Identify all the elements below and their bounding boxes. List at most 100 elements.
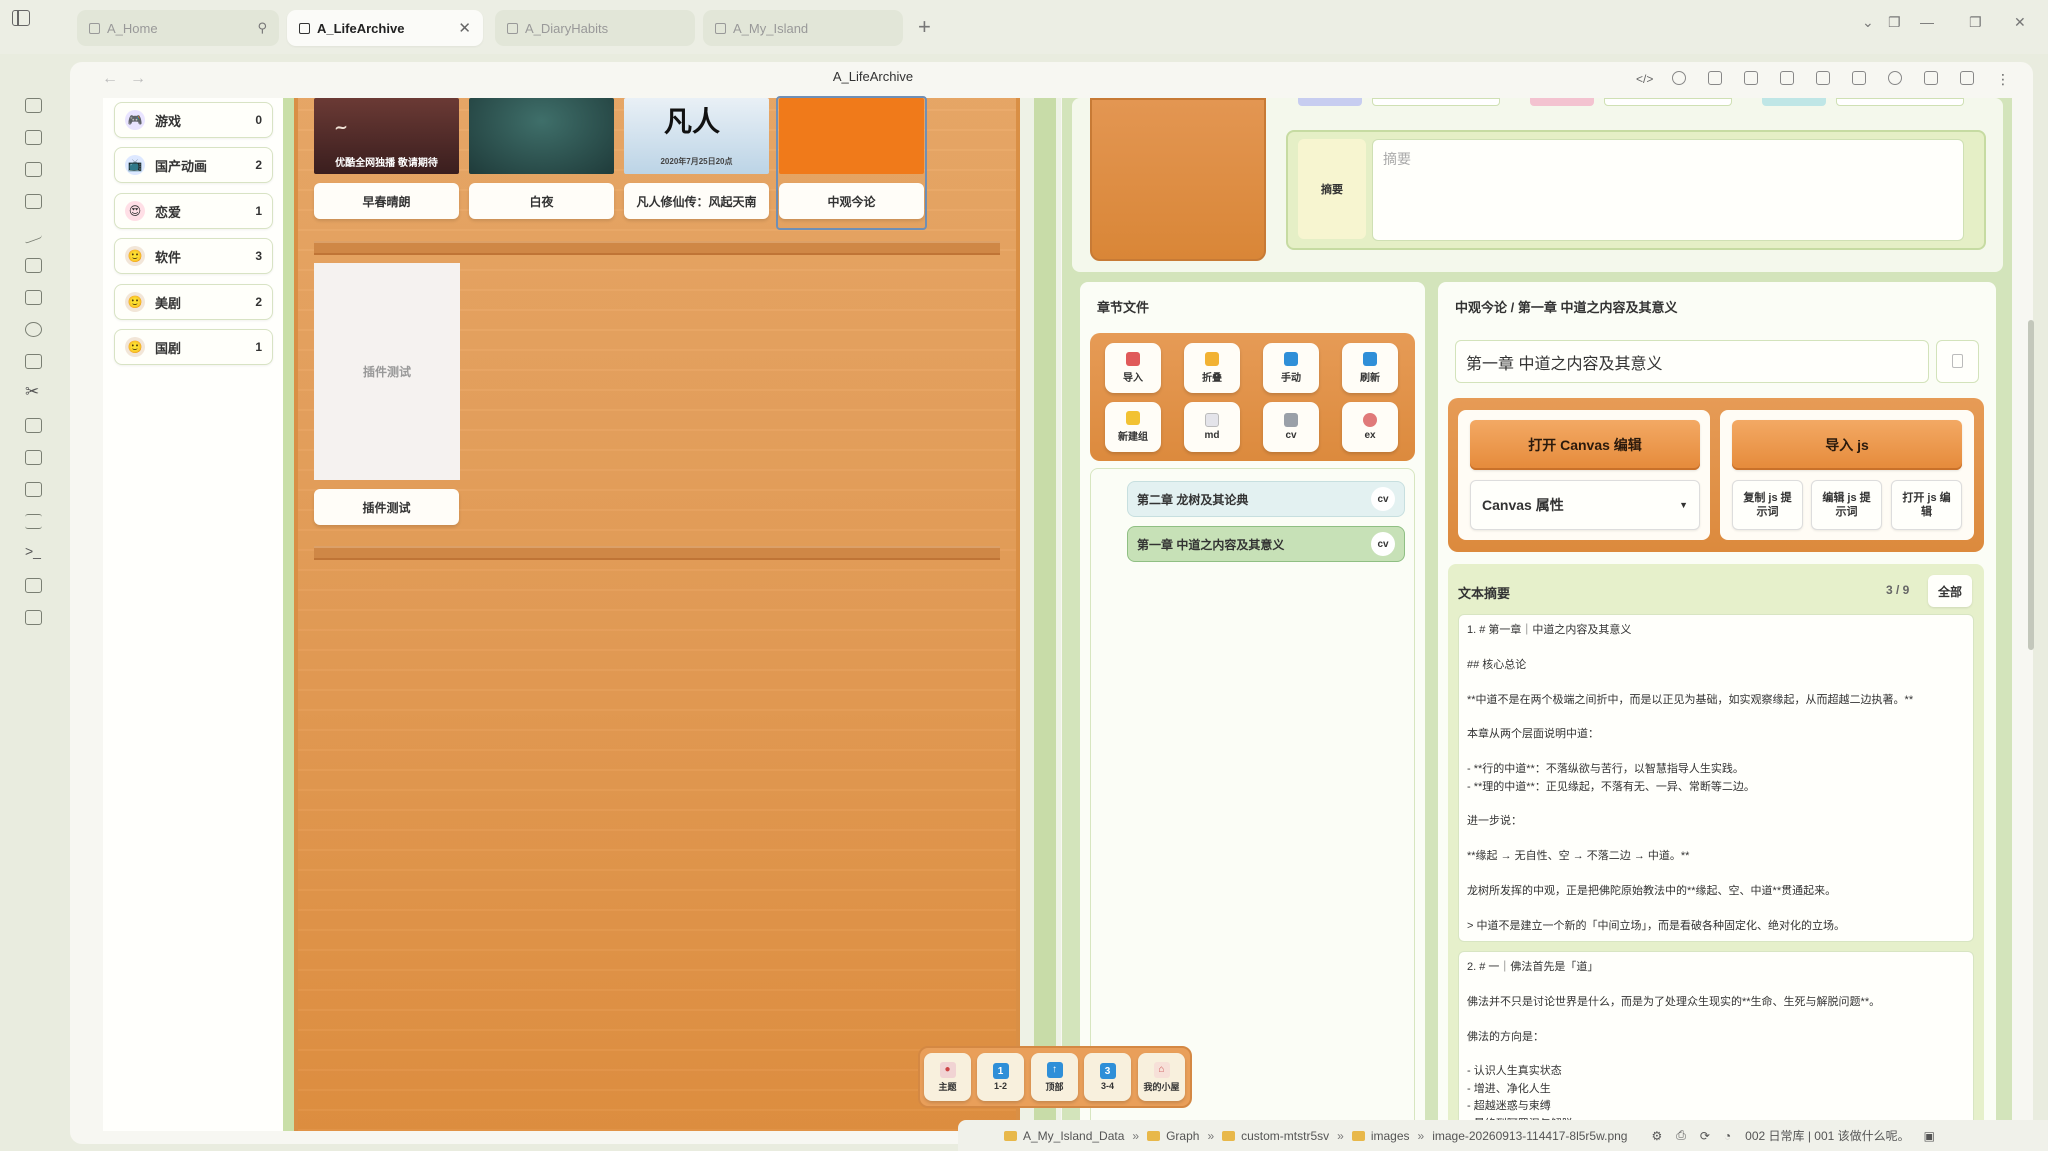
layout-icon[interactable] bbox=[25, 578, 42, 593]
chevron-down-icon[interactable]: ⌄ bbox=[1862, 14, 1874, 31]
jump-3-4-button[interactable]: 3 3-4 bbox=[1084, 1053, 1131, 1101]
layout-icon[interactable]: ▣ bbox=[1924, 1129, 1935, 1143]
close-window-icon[interactable]: ✕ bbox=[2014, 14, 2026, 31]
back-link-icon[interactable] bbox=[1744, 71, 1758, 85]
my-house-button[interactable]: ⌂ 我的小屋 bbox=[1138, 1053, 1185, 1101]
more-icon[interactable]: ⋮ bbox=[1996, 71, 2010, 87]
close-box-icon[interactable] bbox=[1924, 71, 1938, 85]
terminal-icon[interactable]: >_ bbox=[25, 543, 42, 561]
book-title[interactable]: 凡人修仙传：风起天南 bbox=[624, 183, 769, 219]
sync-icon[interactable]: ⟳ bbox=[1700, 1129, 1710, 1143]
breadcrumb-item[interactable]: image-20260913-114417-8l5r5w.png bbox=[1432, 1129, 1627, 1143]
book-title[interactable]: 早春晴朗 bbox=[314, 183, 459, 219]
status-actions: ⚙ ⎙ ⟳ ◔ 002 日常库 | 001 该做什么呢。 ▣ bbox=[1651, 1127, 1935, 1144]
breadcrumb-item[interactable]: custom-mtstr5sv» bbox=[1222, 1129, 1352, 1143]
chapter-title-input[interactable]: 第一章 中道之内容及其意义 bbox=[1455, 340, 1929, 383]
scrollbar[interactable] bbox=[2028, 320, 2034, 650]
category-item[interactable]: 🙂 美剧 2 bbox=[114, 284, 273, 320]
breadcrumb-item[interactable]: images» bbox=[1351, 1129, 1432, 1143]
canvas-badge[interactable]: cv bbox=[1371, 487, 1395, 511]
fold-button[interactable]: 折叠 bbox=[1184, 343, 1240, 393]
category-item[interactable]: 📺 国产动画 2 bbox=[114, 147, 273, 183]
book-title[interactable]: 插件测试 bbox=[314, 489, 459, 525]
forward-arrow-icon[interactable]: → bbox=[130, 70, 146, 88]
back-arrow-icon[interactable]: ← bbox=[102, 70, 118, 88]
grid-icon[interactable] bbox=[25, 258, 42, 273]
smile-icon[interactable] bbox=[25, 322, 42, 337]
category-item[interactable]: 😍 恋爱 1 bbox=[114, 193, 273, 229]
vault-note[interactable]: 002 日常库 | 001 该做什么呢。 bbox=[1745, 1127, 1910, 1144]
canvas-badge[interactable]: cv bbox=[1371, 532, 1395, 556]
code-icon[interactable]: </> bbox=[1636, 71, 1653, 86]
film-icon[interactable] bbox=[25, 130, 42, 145]
table-icon[interactable] bbox=[25, 610, 42, 625]
tab-lifearchive[interactable]: A_LifeArchive ✕ bbox=[287, 10, 483, 46]
md-button[interactable]: md bbox=[1184, 402, 1240, 452]
jump-1-2-button[interactable]: 1 1-2 bbox=[977, 1053, 1024, 1101]
open-js-editor-button[interactable]: 打开 js 编辑 bbox=[1891, 480, 1962, 530]
manual-button[interactable]: 手动 bbox=[1263, 343, 1319, 393]
trash-icon[interactable] bbox=[25, 418, 42, 433]
print-icon[interactable]: ⎙ bbox=[1676, 1128, 1686, 1143]
restore-icon[interactable]: ❐ bbox=[1969, 14, 1982, 31]
summary-card: 1. # 第一章｜中道之内容及其意义 ## 核心总论 **中道不是在两个极端之间… bbox=[1458, 614, 1974, 942]
tab-my-island[interactable]: A_My_Island bbox=[703, 10, 903, 46]
book-cover-baiye[interactable] bbox=[469, 98, 614, 174]
chapter-item-active[interactable]: 第一章 中道之内容及其意义 cv bbox=[1127, 526, 1405, 562]
tools-icon[interactable]: ✂ bbox=[25, 382, 42, 401]
bookmark-icon[interactable] bbox=[25, 482, 42, 497]
pin-icon[interactable]: ⚲ bbox=[257, 20, 267, 36]
book-title[interactable]: 中观今论 bbox=[779, 183, 924, 219]
new-tab-button[interactable]: + bbox=[918, 14, 931, 40]
bookmark-add-icon[interactable] bbox=[1708, 71, 1722, 85]
monitor-icon[interactable] bbox=[1816, 71, 1830, 85]
blocks-icon[interactable] bbox=[25, 450, 42, 465]
breadcrumb-item[interactable]: Graph» bbox=[1147, 1129, 1222, 1143]
bell-icon[interactable]: ◔ bbox=[1724, 1129, 1731, 1143]
edit-js-prompt-button[interactable]: 编辑 js 提示词 bbox=[1811, 480, 1882, 530]
book-title[interactable]: 白夜 bbox=[469, 183, 614, 219]
ex-button[interactable]: ex bbox=[1342, 402, 1398, 452]
bookmark-icon[interactable] bbox=[1960, 71, 1974, 85]
plugin-icon[interactable]: ⚙ bbox=[1651, 1129, 1662, 1143]
breadcrumb-item[interactable]: A_My_Island_Data» bbox=[1004, 1129, 1147, 1143]
category-item[interactable]: 🎮 游戏 0 bbox=[114, 102, 273, 138]
alarm-icon[interactable] bbox=[1888, 71, 1902, 85]
sidebar-toggle-icon[interactable] bbox=[12, 10, 30, 26]
search-icon[interactable] bbox=[1672, 71, 1686, 85]
calendar-icon[interactable] bbox=[25, 194, 42, 209]
book-cover-zaochun[interactable]: ~ 优酷全网独播 敬请期待 bbox=[314, 98, 459, 174]
tab-home[interactable]: A_Home ⚲ bbox=[77, 10, 279, 46]
copy-js-prompt-button[interactable]: 复制 js 提示词 bbox=[1732, 480, 1803, 530]
open-canvas-button[interactable]: 打开 Canvas 编辑 bbox=[1470, 420, 1700, 470]
minimize-icon[interactable]: — bbox=[1920, 14, 1934, 30]
archive-icon[interactable] bbox=[25, 162, 42, 177]
menu-icon[interactable] bbox=[25, 514, 42, 529]
tab-diaryhabits[interactable]: A_DiaryHabits bbox=[495, 10, 695, 46]
document-button[interactable] bbox=[1936, 340, 1979, 383]
category-item[interactable]: 🙂 国剧 1 bbox=[114, 329, 273, 365]
cv-button[interactable]: cv bbox=[1263, 402, 1319, 452]
category-item[interactable]: 🙂 软件 3 bbox=[114, 238, 273, 274]
theme-button[interactable]: ● 主题 bbox=[924, 1053, 971, 1101]
refresh-button[interactable]: 刷新 bbox=[1342, 343, 1398, 393]
book-cover-fanren[interactable]: 凡人 2020年7月25日20点 bbox=[624, 98, 769, 174]
import-button[interactable]: 导入 bbox=[1105, 343, 1161, 393]
list-icon[interactable] bbox=[25, 290, 42, 305]
forward-link-icon[interactable] bbox=[1780, 71, 1794, 85]
import-js-button[interactable]: 导入 js bbox=[1732, 420, 1962, 470]
close-icon[interactable]: ✕ bbox=[458, 19, 471, 37]
lock-icon[interactable] bbox=[1852, 71, 1866, 85]
window-stack-icon[interactable]: ❐ bbox=[1888, 14, 1901, 31]
cover-caption: 2020年7月25日20点 bbox=[660, 157, 733, 166]
map-icon[interactable] bbox=[25, 98, 42, 113]
new-group-button[interactable]: 新建组 bbox=[1105, 402, 1161, 452]
summary-textarea[interactable]: 摘要 bbox=[1372, 139, 1964, 241]
image-icon[interactable] bbox=[25, 354, 42, 369]
plugin-test-cover[interactable]: 插件测试 bbox=[314, 263, 460, 480]
canvas-property-select[interactable]: Canvas 属性 ▼ bbox=[1470, 480, 1700, 530]
chapter-item[interactable]: 第二章 龙树及其论典 cv bbox=[1127, 481, 1405, 517]
trend-icon[interactable] bbox=[25, 222, 42, 245]
top-button[interactable]: ↑ 顶部 bbox=[1031, 1053, 1078, 1101]
show-all-button[interactable]: 全部 bbox=[1928, 575, 1972, 607]
